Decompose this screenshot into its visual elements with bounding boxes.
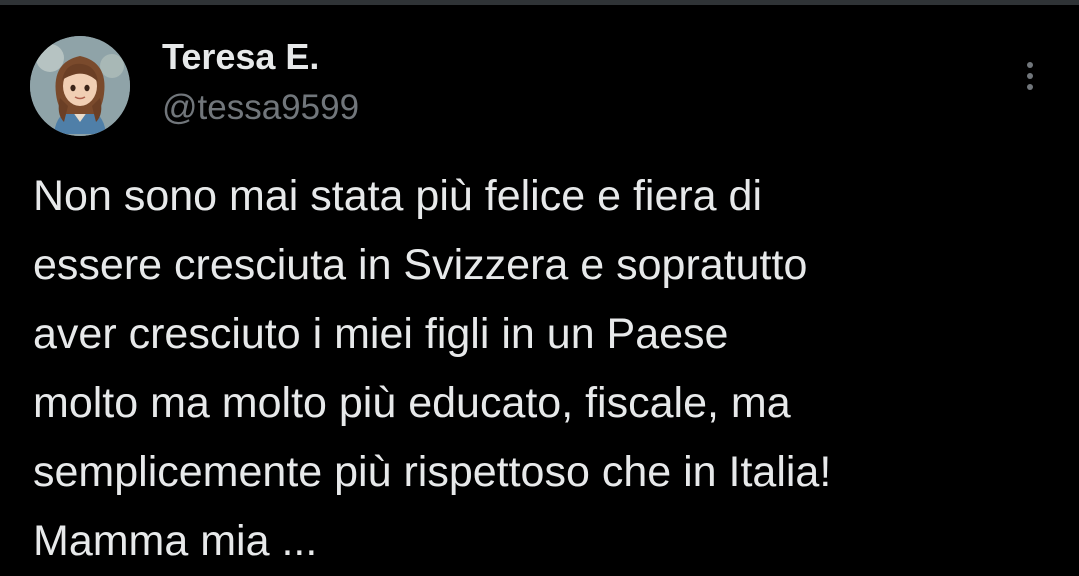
more-options-icon[interactable] [1012,56,1048,96]
avatar-illustration [30,36,130,136]
more-dot [1027,62,1033,68]
tweet-text: Non sono mai stata più felice e fiera di… [33,172,832,565]
author-avatar[interactable] [30,36,130,136]
author-display-name[interactable]: Teresa E. [162,37,319,77]
more-dot [1027,73,1033,79]
top-divider [0,0,1079,5]
more-dot [1027,84,1033,90]
author-handle[interactable]: @tessa9599 [162,88,359,128]
